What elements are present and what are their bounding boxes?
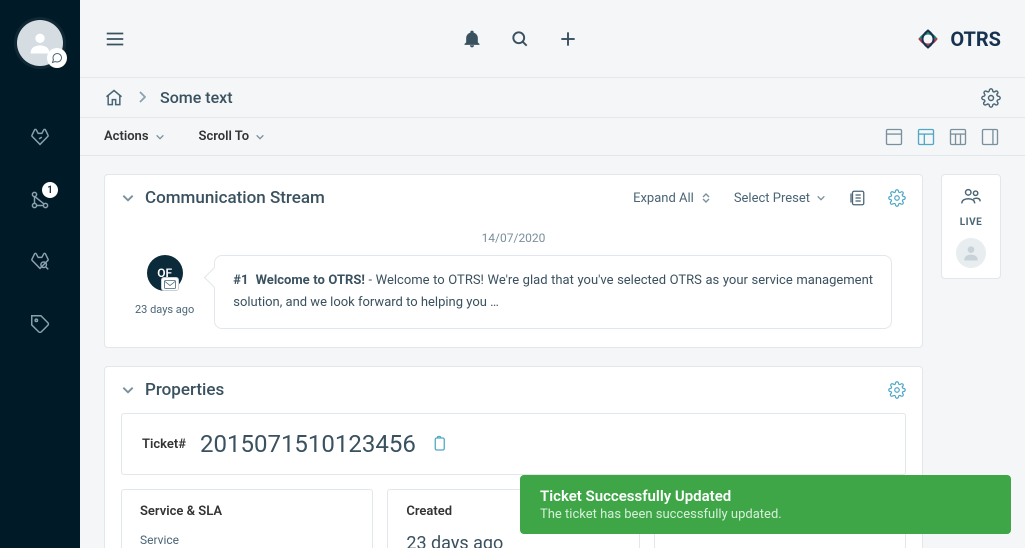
hamburger-icon[interactable] (104, 28, 126, 50)
main-area: OTRS Some text Actions Scroll To (80, 0, 1025, 548)
mail-icon (161, 277, 179, 291)
view-split-left-icon[interactable] (915, 126, 937, 148)
breadcrumb-title: Some text (160, 88, 233, 107)
comm-msg-number: #1 (233, 273, 248, 288)
watcher-avatar[interactable] (956, 238, 986, 268)
sidebar-nav-3[interactable] (20, 242, 60, 282)
props-gear-icon[interactable] (888, 381, 906, 399)
service-sla-card: Service & SLA Service Service 2 (121, 489, 373, 548)
search-icon[interactable] (510, 29, 530, 49)
notifications-icon[interactable] (462, 29, 482, 49)
sidebar-nav-2-badge: 1 (42, 182, 58, 198)
brand-name: OTRS (950, 27, 1001, 51)
comm-message: #1 Welcome to OTRS! - Welcome to OTRS! W… (214, 255, 892, 329)
toast-title: Ticket Successfully Updated (540, 487, 991, 505)
action-bar: Actions Scroll To (80, 118, 1025, 156)
brand-logo[interactable]: OTRS (914, 25, 1001, 53)
add-icon[interactable] (558, 29, 578, 49)
sidebar-nav-2[interactable]: 1 (20, 180, 60, 220)
settings-gear-icon[interactable] (981, 88, 1001, 108)
chevron-down-icon (255, 132, 265, 142)
view-split-right-icon[interactable] (979, 126, 1001, 148)
user-avatar-wrap[interactable] (17, 20, 63, 66)
communication-stream-panel: Communication Stream Expand All Select P… (104, 174, 923, 348)
actions-label: Actions (104, 129, 149, 144)
chevron-down-icon (816, 193, 826, 203)
created-value: 23 days ago (406, 533, 620, 548)
watchers-icon[interactable] (960, 185, 982, 207)
props-title: Properties (145, 380, 224, 400)
service-sla-title: Service & SLA (140, 504, 354, 519)
home-icon[interactable] (104, 88, 124, 108)
sort-icon (700, 192, 712, 204)
breadcrumb: Some text (104, 88, 233, 108)
comm-item[interactable]: OF 23 days ago #1 Welcome to OTRS! - Wel… (135, 255, 892, 329)
watchers-panel: LIVE (941, 174, 1001, 279)
service-field-label: Service (140, 533, 354, 547)
select-preset-label: Select Preset (734, 191, 810, 206)
breadcrumb-bar: Some text (80, 78, 1025, 118)
toast-body: The ticket has been successfully updated… (540, 507, 991, 522)
collapse-comm-icon[interactable] (121, 191, 135, 205)
panel-gear-icon[interactable] (888, 189, 906, 207)
ticket-number-box: Ticket# 2015071510123456 (121, 413, 906, 475)
collapse-props-icon[interactable] (121, 383, 135, 397)
comm-title: Communication Stream (145, 188, 325, 208)
sidebar-nav-1[interactable] (20, 118, 60, 158)
scroll-to-label: Scroll To (199, 129, 250, 144)
comm-msg-subject: Welcome to OTRS! (256, 273, 365, 288)
select-preset-dropdown[interactable]: Select Preset (734, 191, 826, 206)
view-mode-group (883, 126, 1001, 148)
live-label: LIVE (960, 217, 983, 228)
view-single-icon[interactable] (883, 126, 905, 148)
expand-all-label: Expand All (633, 191, 694, 206)
left-sidebar: 1 (0, 0, 80, 548)
sidebar-nav-4[interactable] (20, 304, 60, 344)
view-split-three-icon[interactable] (947, 126, 969, 148)
chevron-down-icon (155, 132, 165, 142)
actions-dropdown[interactable]: Actions (104, 129, 165, 144)
scroll-to-dropdown[interactable]: Scroll To (199, 129, 266, 144)
expand-all-button[interactable]: Expand All (633, 191, 712, 206)
comm-date: 14/07/2020 (135, 231, 892, 245)
ticket-label: Ticket# (142, 437, 186, 452)
filter-list-icon[interactable] (848, 189, 866, 207)
ticket-number: 2015071510123456 (200, 430, 416, 458)
copy-ticket-icon[interactable] (430, 435, 448, 453)
comm-item-age: 23 days ago (135, 303, 194, 316)
otrs-logo-icon (914, 25, 942, 53)
breadcrumb-separator-icon (138, 88, 146, 107)
success-toast[interactable]: Ticket Successfully Updated The ticket h… (520, 475, 1011, 534)
topbar: OTRS (80, 0, 1025, 78)
chat-status-icon (47, 48, 67, 68)
